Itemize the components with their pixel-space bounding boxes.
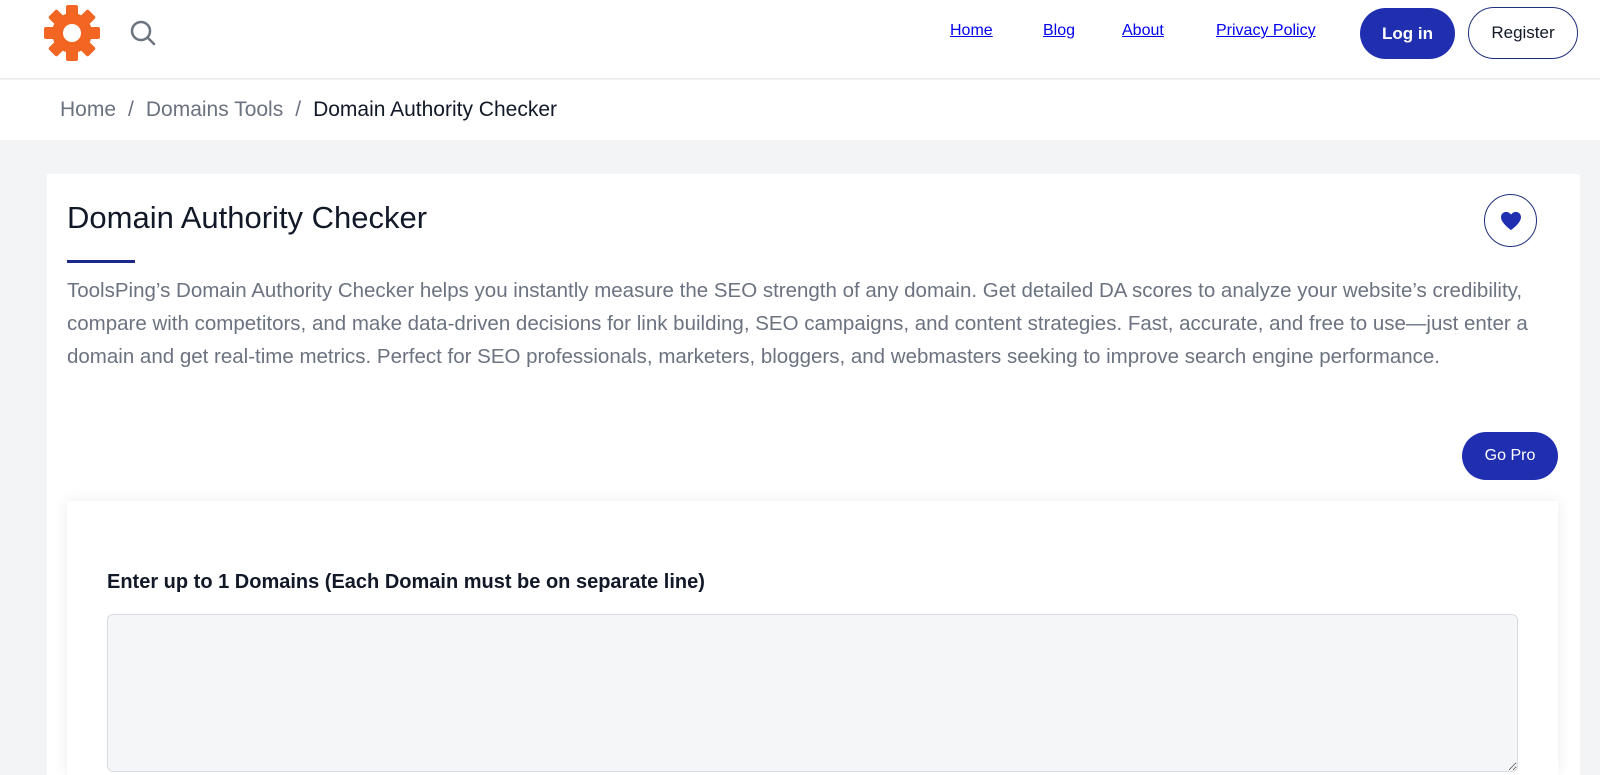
domain-form: Enter up to 1 Domains (Each Domain must … [67,501,1558,775]
breadcrumb: Home / Domains Tools / Domain Authority … [60,98,557,122]
register-button[interactable]: Register [1468,7,1578,59]
title-underline [67,260,135,263]
nav-privacy-policy[interactable]: Privacy Policy [1216,22,1316,40]
domains-input[interactable] [107,614,1518,772]
breadcrumb-current: Domain Authority Checker [313,98,558,121]
breadcrumb-bar: Home / Domains Tools / Domain Authority … [0,80,1600,140]
search-icon[interactable] [128,18,158,48]
breadcrumb-separator: / [295,98,302,121]
nav-blog[interactable]: Blog [1043,22,1075,40]
login-button[interactable]: Log in [1360,8,1455,59]
breadcrumb-separator: / [128,98,134,121]
nav-home[interactable]: Home [950,22,993,40]
favorite-button[interactable] [1484,194,1537,247]
gear-logo-icon[interactable] [44,5,100,61]
breadcrumb-home[interactable]: Home [60,98,116,122]
breadcrumb-domains-tools[interactable]: Domains Tools [146,98,283,122]
tool-description: ToolsPing’s Domain Authority Checker hel… [67,279,1528,368]
domains-label: Enter up to 1 Domains (Each Domain must … [107,571,705,593]
go-pro-button[interactable]: Go Pro [1462,432,1558,480]
nav-about[interactable]: About [1122,22,1164,40]
heart-icon [1500,211,1521,230]
site-header: Home Blog About Privacy Policy Log in Re… [0,0,1600,79]
tool-card: Domain Authority Checker ToolsPing’s Dom… [47,174,1580,775]
page-title: Domain Authority Checker [67,200,428,235]
